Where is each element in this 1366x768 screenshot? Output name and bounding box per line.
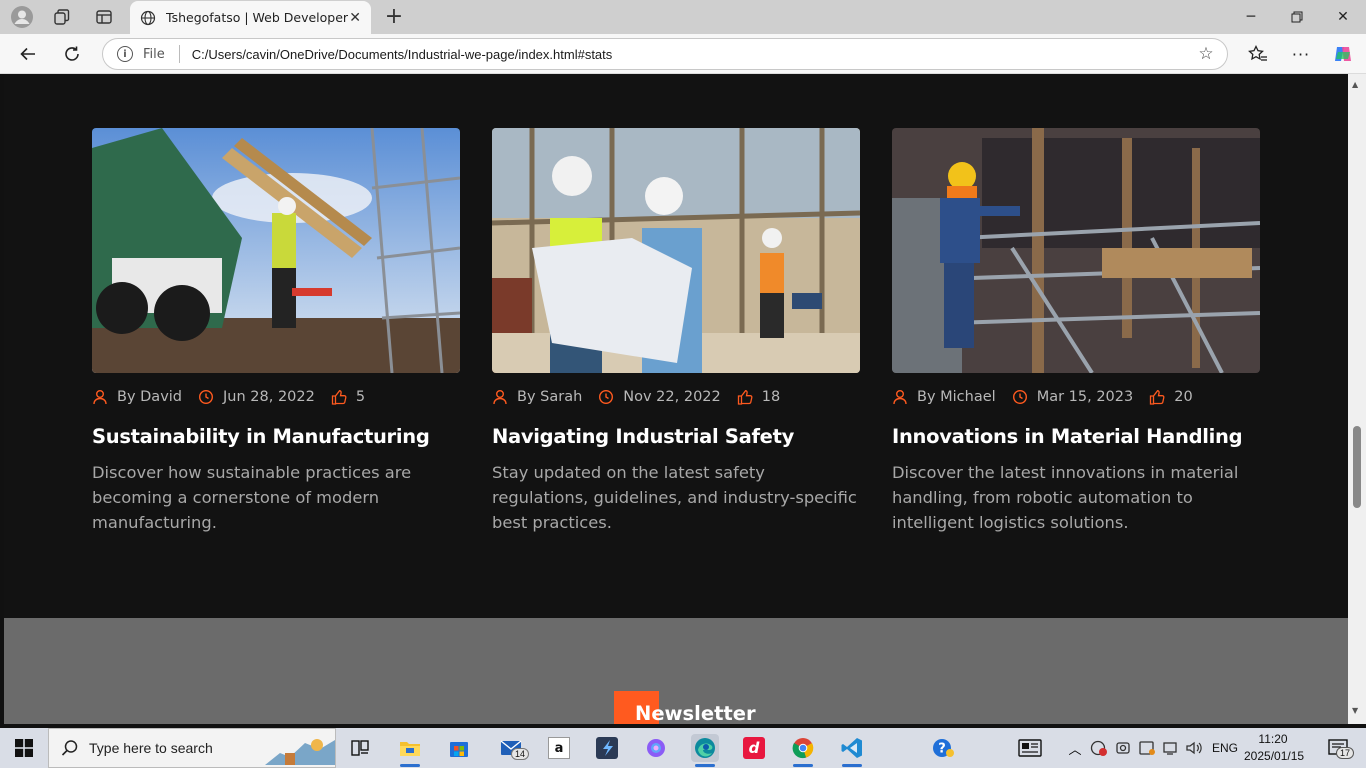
clock-icon [199, 389, 214, 405]
post-date: Mar 15, 2023 [1036, 389, 1134, 405]
taskbar-clock[interactable]: 11:20 2025/01/15 [1244, 731, 1305, 765]
dashlane-icon[interactable]: d [740, 734, 768, 762]
mail-icon[interactable]: 14 [495, 734, 531, 762]
blog-card-meta: By Michael Mar 15, 2023 20 [892, 389, 1260, 405]
active-app-indicator [793, 764, 813, 767]
copilot-icon[interactable] [1328, 40, 1358, 68]
blog-section: By David Jun 28, 2022 5 Sustainability i… [4, 74, 1348, 618]
scroll-down-icon[interactable]: ▼ [1352, 706, 1358, 715]
news-widget-icon[interactable] [1016, 734, 1044, 762]
notification-count: 17 [1336, 747, 1355, 759]
profile-icon[interactable] [8, 4, 36, 30]
vscode-icon[interactable] [838, 734, 866, 767]
favorite-star-icon[interactable]: ☆ [1193, 44, 1219, 64]
minimize-icon[interactable]: ─ [1228, 0, 1274, 34]
blog-card[interactable]: By David Jun 28, 2022 5 Sustainability i… [92, 128, 460, 535]
more-menu-icon[interactable]: ··· [1286, 40, 1316, 68]
search-highlight-illustration-icon [265, 739, 335, 765]
vertical-tabs-icon[interactable] [90, 4, 118, 30]
copilot-app-icon[interactable] [642, 734, 670, 762]
language-indicator[interactable]: ENG [1212, 728, 1238, 768]
scroll-thumb[interactable] [1353, 426, 1361, 508]
post-title[interactable]: Innovations in Material Handling [892, 425, 1260, 448]
user-icon [893, 390, 907, 405]
file-explorer-icon[interactable] [396, 734, 424, 767]
thumbs-up-icon[interactable] [1149, 389, 1165, 405]
active-tab[interactable]: Tshegofatso | Web Developer ✕ [130, 1, 371, 34]
new-tab-icon[interactable]: + [382, 4, 406, 29]
post-likes: 20 [1174, 389, 1193, 405]
post-excerpt: Stay updated on the latest safety regula… [492, 463, 857, 532]
search-placeholder: Type here to search [89, 740, 213, 756]
back-icon[interactable] [13, 40, 43, 68]
blog-card-image[interactable] [892, 128, 1260, 373]
blog-card-image[interactable] [492, 128, 860, 373]
thumbs-up-icon[interactable] [331, 389, 347, 405]
post-excerpt: Discover the latest innovations in mater… [892, 463, 1239, 532]
site-info-icon[interactable]: i [117, 46, 133, 62]
taskbar-search[interactable]: Type here to search [48, 728, 336, 768]
active-app-indicator [842, 764, 862, 767]
post-author: By Sarah [517, 389, 583, 405]
user-icon [93, 390, 107, 405]
post-author: By Michael [917, 389, 996, 405]
active-app-indicator [695, 764, 715, 767]
clock-date: 2025/01/15 [1244, 749, 1305, 763]
restore-icon[interactable] [1274, 0, 1320, 34]
start-windows-icon[interactable] [10, 734, 38, 762]
post-author: By David [117, 389, 183, 405]
clock-time: 11:20 [1258, 732, 1288, 746]
volume-icon[interactable] [1180, 734, 1208, 762]
workspaces-icon[interactable] [48, 4, 76, 30]
newsletter-title: Newsletter [635, 702, 756, 724]
post-likes: 5 [355, 389, 366, 405]
post-title[interactable]: Navigating Industrial Safety [492, 425, 860, 448]
chrome-icon[interactable] [789, 734, 817, 767]
newsletter-section: Newsletter [4, 618, 1348, 724]
scroll-up-icon[interactable]: ▲ [1352, 80, 1358, 89]
page-scrollbar[interactable]: ▲ ▼ [1348, 74, 1366, 724]
refresh-icon[interactable] [57, 40, 87, 68]
web-page: By David Jun 28, 2022 5 Sustainability i… [4, 74, 1348, 724]
notification-center-icon[interactable]: 17 [1320, 734, 1356, 762]
help-icon[interactable]: ? [930, 734, 958, 762]
address-scheme-label: File [143, 46, 165, 62]
amazon-icon[interactable]: a [545, 734, 573, 762]
post-date: Jun 28, 2022 [223, 389, 315, 405]
search-icon [61, 740, 78, 756]
svg-text:?: ? [938, 742, 946, 757]
active-app-indicator [400, 764, 420, 767]
close-tab-icon[interactable]: ✕ [349, 10, 361, 26]
post-date: Nov 22, 2022 [623, 389, 721, 405]
user-icon [493, 390, 507, 405]
clock-icon [599, 389, 614, 405]
favorites-icon[interactable] [1243, 40, 1273, 68]
blog-card-image[interactable] [92, 128, 460, 373]
post-title[interactable]: Sustainability in Manufacturing [92, 425, 460, 448]
blog-card[interactable]: By Sarah Nov 22, 2022 18 Navigating Indu… [492, 128, 860, 535]
blog-card-meta: By Sarah Nov 22, 2022 18 [492, 389, 860, 405]
blog-card-meta: By David Jun 28, 2022 5 [92, 389, 460, 405]
url-text[interactable]: C:/Users/cavin/OneDrive/Documents/Indust… [192, 47, 1193, 62]
thumbs-up-icon[interactable] [737, 389, 753, 405]
mail-badge: 14 [511, 748, 530, 760]
address-bar[interactable]: i File C:/Users/cavin/OneDrive/Documents… [102, 38, 1228, 70]
address-separator [178, 45, 180, 63]
browser-tab-bar: Tshegofatso | Web Developer ✕ + ─ ✕ [0, 0, 1366, 34]
microsoft-store-icon[interactable] [445, 734, 473, 762]
tab-title: Tshegofatso | Web Developer [166, 10, 349, 25]
clock-icon [1012, 389, 1027, 405]
post-likes: 18 [761, 389, 781, 405]
task-view-icon[interactable] [346, 734, 374, 762]
blog-card[interactable]: By Michael Mar 15, 2023 20 Innovations i… [892, 128, 1260, 535]
post-excerpt: Discover how sustainable practices are b… [92, 463, 412, 532]
windows-taskbar: Type here to search 14 a d ? ︿ ENG 11:20… [0, 728, 1366, 768]
edge-browser-icon[interactable] [691, 734, 719, 767]
powerapps-icon[interactable] [593, 734, 621, 762]
browser-toolbar: i File C:/Users/cavin/OneDrive/Documents… [0, 34, 1366, 74]
close-window-icon[interactable]: ✕ [1320, 0, 1366, 34]
globe-icon [140, 10, 156, 25]
